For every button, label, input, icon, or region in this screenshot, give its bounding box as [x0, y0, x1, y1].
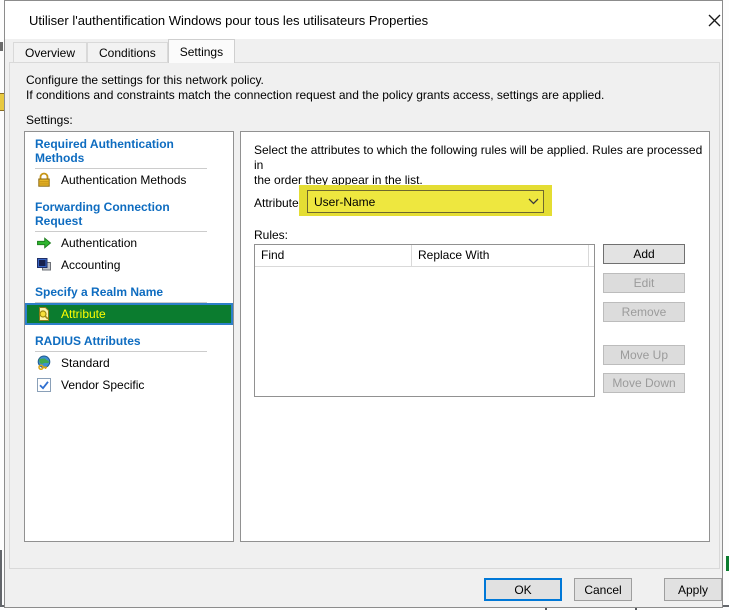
settings-tree-panel: Required Authentication Methods Authenti…: [24, 131, 234, 542]
move-down-button[interactable]: Move Down: [603, 373, 685, 393]
tab-strip: Overview Conditions Settings: [13, 39, 235, 63]
rules-list-body[interactable]: [255, 267, 594, 397]
tree-item-authentication-methods[interactable]: Authentication Methods: [25, 169, 233, 191]
tree-item-accounting[interactable]: Accounting: [25, 254, 233, 276]
tab-settings[interactable]: Settings: [168, 39, 235, 63]
remove-button[interactable]: Remove: [603, 302, 685, 322]
globe-key-icon: [36, 355, 52, 371]
page-description-line1: Configure the settings for this network …: [26, 73, 604, 88]
rules-list[interactable]: Find Replace With: [254, 244, 595, 397]
rules-label: Rules:: [254, 228, 288, 242]
attribute-search-icon: [36, 306, 52, 322]
background-window-fragment: [0, 42, 3, 51]
attribute-panel-description: Select the attributes to which the follo…: [254, 143, 709, 188]
settings-tab-page: Configure the settings for this network …: [9, 62, 720, 569]
page-description-line2: If conditions and constraints match the …: [26, 88, 604, 103]
tree-item-standard[interactable]: Standard: [25, 352, 233, 374]
tab-overview[interactable]: Overview: [13, 42, 87, 63]
attribute-dropdown[interactable]: User-Name: [307, 190, 544, 213]
page-description: Configure the settings for this network …: [26, 73, 604, 103]
attribute-dropdown-value: User-Name: [308, 195, 523, 209]
properties-dialog: Utiliser l'authentification Windows pour…: [4, 0, 723, 608]
checkbox-icon: [36, 377, 52, 393]
cancel-button[interactable]: Cancel: [574, 578, 632, 601]
move-up-button[interactable]: Move Up: [603, 345, 685, 365]
dialog-title: Utiliser l'authentification Windows pour…: [29, 13, 428, 28]
tree-header-forwarding-connection-request: Forwarding Connection Request: [35, 200, 207, 232]
column-header-find[interactable]: Find: [255, 245, 412, 266]
tree-item-label: Standard: [61, 356, 110, 370]
tree-header-radius-attributes: RADIUS Attributes: [35, 334, 207, 352]
tree-item-vendor-specific[interactable]: Vendor Specific: [25, 374, 233, 396]
screen: Utiliser l'authentification Windows pour…: [0, 0, 729, 610]
tree-item-label: Authentication: [61, 236, 137, 250]
ok-button[interactable]: OK: [484, 578, 562, 601]
settings-label: Settings:: [26, 113, 73, 127]
lock-icon: [36, 172, 52, 188]
edit-button[interactable]: Edit: [603, 273, 685, 293]
computers-icon: [36, 257, 52, 273]
add-button[interactable]: Add: [603, 244, 685, 264]
title-bar: Utiliser l'authentification Windows pour…: [5, 1, 722, 39]
tree-item-authentication[interactable]: Authentication: [25, 232, 233, 254]
attribute-settings-panel: Select the attributes to which the follo…: [240, 131, 710, 542]
tab-conditions[interactable]: Conditions: [87, 42, 168, 63]
tree-item-label: Accounting: [61, 258, 120, 272]
column-header-replace-with[interactable]: Replace With: [412, 245, 589, 266]
chevron-down-icon: [523, 198, 543, 205]
forward-arrow-icon: [36, 235, 52, 251]
tree-header-specify-a-realm-name: Specify a Realm Name: [35, 285, 207, 303]
tree-item-label: Authentication Methods: [61, 173, 186, 187]
attribute-label: Attribute:: [254, 196, 302, 210]
tree-item-attribute[interactable]: Attribute: [25, 303, 233, 325]
close-icon: [708, 14, 721, 27]
rules-list-header: Find Replace With: [255, 245, 594, 267]
tree-item-label: Vendor Specific: [61, 378, 144, 392]
close-button[interactable]: [701, 7, 727, 33]
background-window-edge: [0, 550, 2, 606]
tree-header-required-authentication-methods: Required Authentication Methods: [35, 137, 207, 169]
apply-button[interactable]: Apply: [664, 578, 722, 601]
tree-item-label: Attribute: [61, 307, 106, 321]
